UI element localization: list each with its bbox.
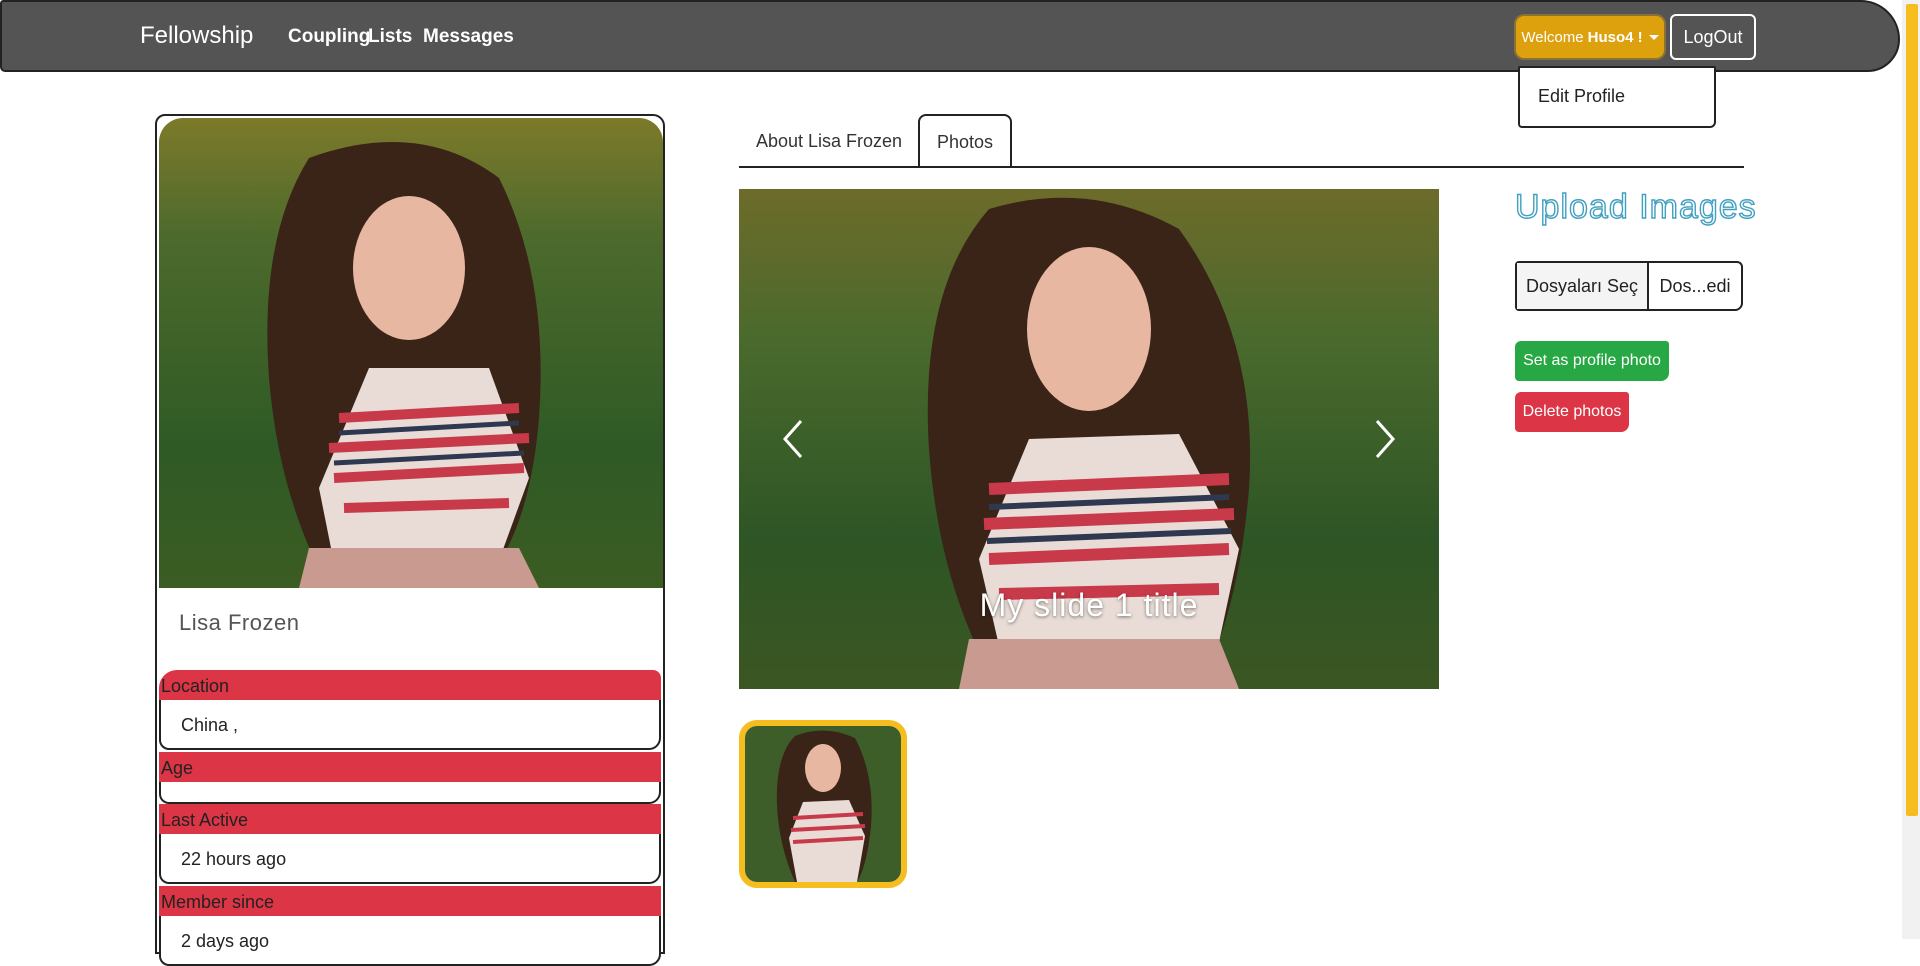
age-field: Age xyxy=(159,752,661,804)
navbar: Fellowship Coupling Lists Messages Welco… xyxy=(0,0,1900,72)
welcome-dropdown-button[interactable]: Welcome Huso4 ! xyxy=(1516,16,1664,58)
carousel-next-button[interactable] xyxy=(1371,417,1399,461)
tabs-divider xyxy=(739,166,1744,168)
tab-photos[interactable]: Photos xyxy=(918,114,1012,168)
location-field: Location China , xyxy=(159,670,661,750)
thumbnail-image xyxy=(745,726,901,882)
brand[interactable]: Fellowship xyxy=(140,22,253,50)
caret-down-icon xyxy=(1648,34,1659,40)
delete-photos-button[interactable]: Delete photos xyxy=(1515,392,1629,432)
member-since-field: Member since 2 days ago xyxy=(159,886,661,966)
last-active-field: Last Active 22 hours ago xyxy=(159,804,661,884)
file-name-display: Dos...edi xyxy=(1659,275,1731,296)
file-input[interactable]: Dosyaları Seç Dos...edi xyxy=(1515,261,1743,311)
welcome-label: Welcome xyxy=(1521,28,1584,46)
last-active-value: 22 hours ago xyxy=(159,834,661,884)
choose-files-button[interactable]: Dosyaları Seç xyxy=(1517,263,1649,309)
age-label: Age xyxy=(159,752,661,782)
photo-carousel: My slide 1 title xyxy=(739,189,1439,689)
photo-thumbnail[interactable] xyxy=(739,720,907,888)
logout-button[interactable]: LogOut xyxy=(1670,14,1756,60)
nav-link-coupling[interactable]: Coupling xyxy=(288,26,370,48)
set-profile-photo-button[interactable]: Set as profile photo xyxy=(1515,341,1669,381)
member-since-label: Member since xyxy=(159,886,661,916)
nav-link-messages[interactable]: Messages xyxy=(423,26,514,48)
profile-name: Lisa Frozen xyxy=(179,610,300,635)
edit-profile-item[interactable]: Edit Profile xyxy=(1538,86,1625,107)
chevron-left-icon xyxy=(782,420,803,458)
profile-card: Lisa Frozen Location China , Age Last Ac… xyxy=(155,114,665,966)
scrollbar-thumb[interactable] xyxy=(1906,4,1918,816)
user-dropdown-menu: Edit Profile xyxy=(1518,66,1716,128)
nav-link-lists[interactable]: Lists xyxy=(368,26,412,48)
profile-photo xyxy=(159,118,663,588)
chevron-right-icon xyxy=(1375,420,1396,458)
slide-title: My slide 1 title xyxy=(979,587,1199,623)
location-label: Location xyxy=(159,670,661,700)
page-scrollbar[interactable] xyxy=(1902,0,1920,939)
location-value: China , xyxy=(159,700,661,750)
tab-about[interactable]: About Lisa Frozen xyxy=(739,114,919,168)
last-active-label: Last Active xyxy=(159,804,661,834)
welcome-username: Huso4 ! xyxy=(1587,28,1643,46)
member-since-value: 2 days ago xyxy=(159,916,661,966)
age-value xyxy=(159,782,661,804)
upload-images-title: Upload Images xyxy=(1514,187,1757,226)
carousel-prev-button[interactable] xyxy=(779,417,807,461)
